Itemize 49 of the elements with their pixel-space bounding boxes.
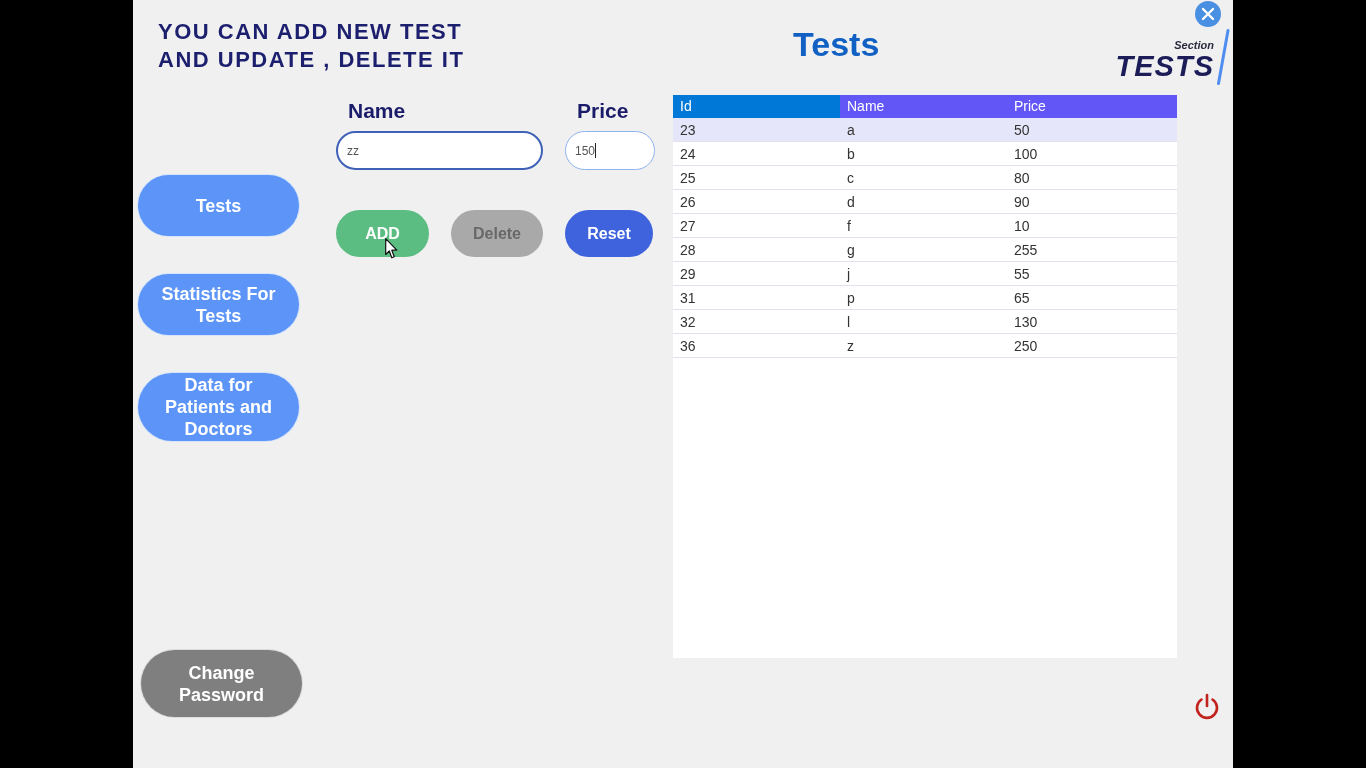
instruction-text: YOU CAN ADD NEW TEST AND UPDATE , DELETE IT xyxy=(158,18,465,74)
table-cell: 31 xyxy=(680,290,696,306)
close-icon[interactable] xyxy=(1195,1,1221,27)
power-icon[interactable] xyxy=(1194,693,1220,720)
column-header[interactable]: Price xyxy=(1007,95,1177,118)
table-cell: 24 xyxy=(680,146,696,162)
column-header[interactable]: Id xyxy=(673,95,840,118)
column-header[interactable]: Name xyxy=(840,95,1007,118)
change-password-button[interactable]: Change Password xyxy=(141,650,302,717)
table-cell: 26 xyxy=(680,194,696,210)
table-cell: 10 xyxy=(1014,218,1030,234)
page-title: Tests xyxy=(793,26,880,62)
table-cell: a xyxy=(847,122,855,138)
table-cell: l xyxy=(847,314,851,330)
table-cell: 29 xyxy=(680,266,696,282)
table-cell: d xyxy=(847,194,855,210)
mouse-pointer-icon xyxy=(385,238,398,259)
table-cell: 100 xyxy=(1014,146,1038,162)
logo-text: TESTS xyxy=(1115,51,1214,81)
table-cell: b xyxy=(847,146,855,162)
table-cell: 25 xyxy=(680,170,696,186)
table-cell: 130 xyxy=(1014,314,1038,330)
reset-button[interactable]: Reset xyxy=(565,210,653,257)
logo-slash-icon xyxy=(1216,29,1230,85)
table-cell: 55 xyxy=(1014,266,1030,282)
table-cell: f xyxy=(847,218,851,234)
input-field[interactable]: zz xyxy=(336,131,543,170)
table-cell: 80 xyxy=(1014,170,1030,186)
table-cell: 50 xyxy=(1014,122,1030,138)
table-cell: g xyxy=(847,242,855,258)
input-field[interactable]: 150 xyxy=(565,131,655,170)
table-cell: z xyxy=(847,338,854,354)
field-label: Price xyxy=(576,100,630,122)
table-cell: j xyxy=(847,266,851,282)
field-label: Name xyxy=(347,100,407,122)
table-cell: 32 xyxy=(680,314,696,330)
table-cell: 36 xyxy=(680,338,696,354)
table-row[interactable]: 23 a 50 xyxy=(673,118,1177,142)
logo-caption: Section xyxy=(1174,39,1214,51)
table-cell: 90 xyxy=(1014,194,1030,210)
table-cell: 65 xyxy=(1014,290,1030,306)
table-cell: 27 xyxy=(680,218,696,234)
table-cell: 28 xyxy=(680,242,696,258)
table-cell: p xyxy=(847,290,855,306)
table-cell: 23 xyxy=(680,122,696,138)
table-cell: 250 xyxy=(1014,338,1038,354)
text-caret-icon xyxy=(595,143,597,158)
table-cell: 255 xyxy=(1014,242,1038,258)
table-cell: c xyxy=(847,170,854,186)
